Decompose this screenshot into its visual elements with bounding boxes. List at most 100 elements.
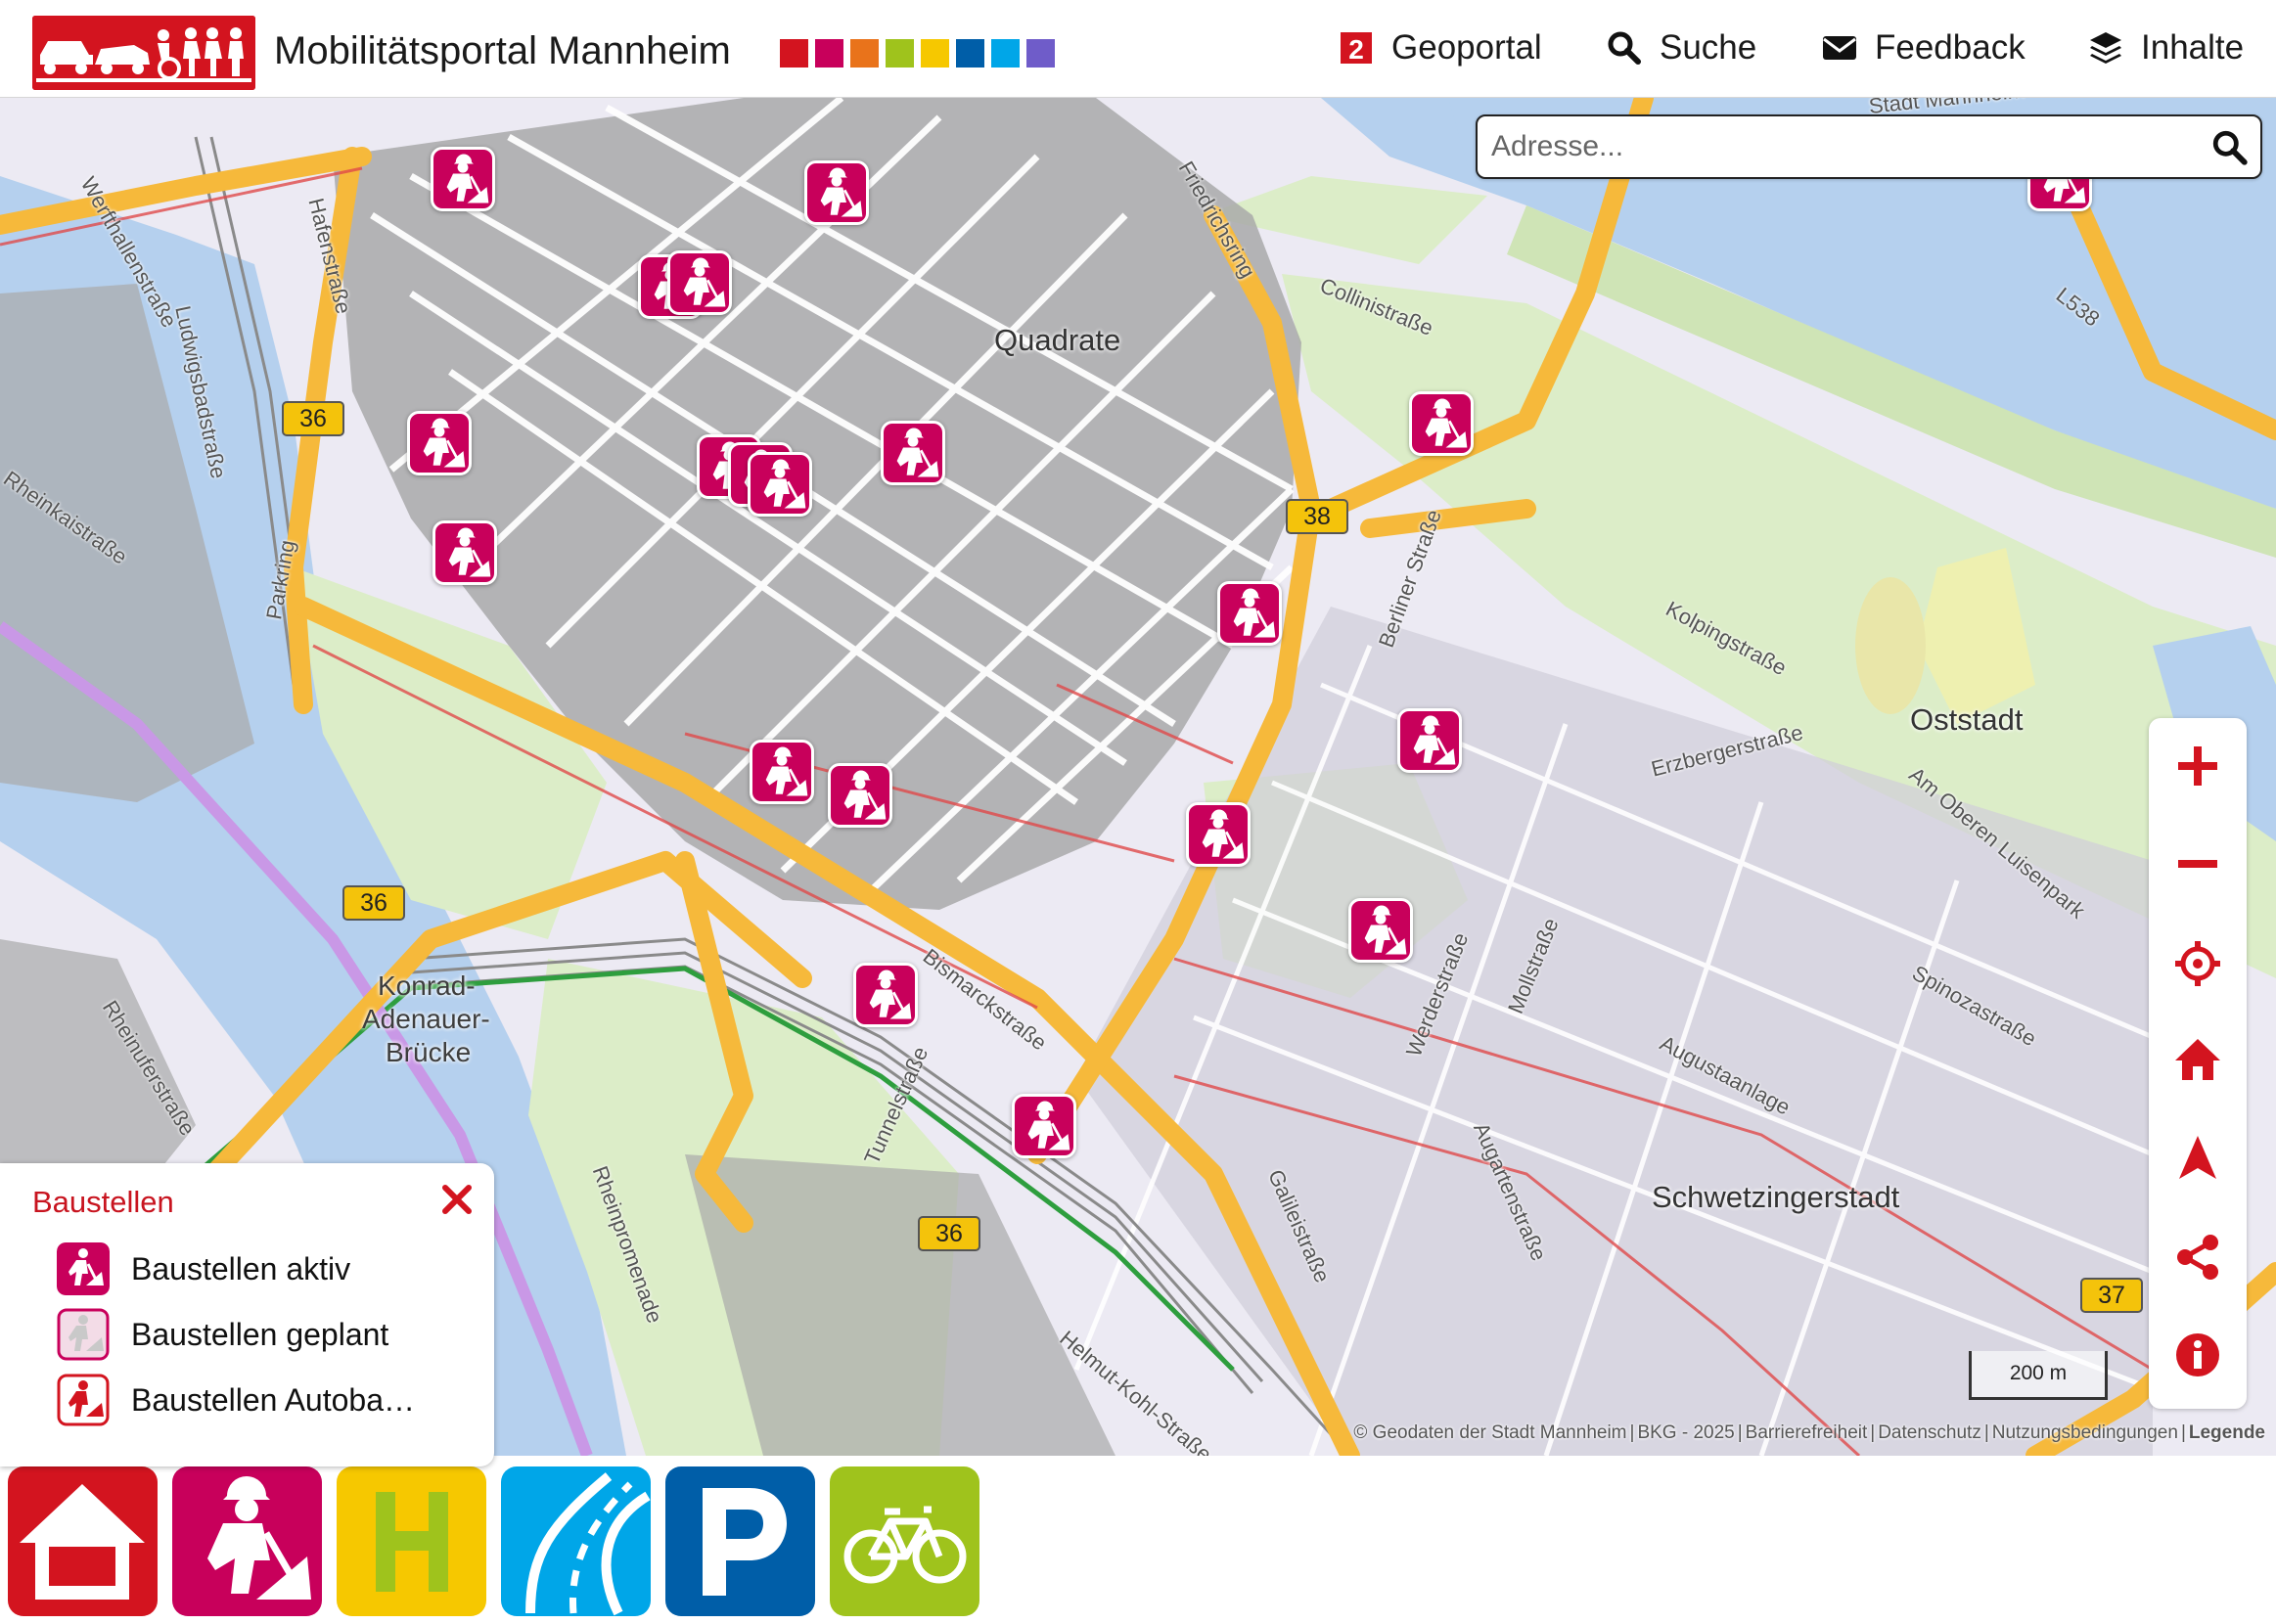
zoom-out-button[interactable] bbox=[2173, 839, 2222, 888]
address-search bbox=[1476, 114, 2262, 179]
house-icon bbox=[8, 1466, 158, 1616]
color-swatch bbox=[991, 39, 1020, 68]
theme-bar bbox=[0, 1456, 2276, 1624]
construction-marker[interactable] bbox=[667, 250, 732, 315]
construction-marker[interactable] bbox=[1348, 898, 1413, 963]
bicycle-icon bbox=[830, 1466, 979, 1616]
nav-suche[interactable]: Suche bbox=[1607, 25, 1756, 70]
mobility-logo-icon[interactable] bbox=[32, 16, 255, 90]
theme-strassen-button[interactable] bbox=[501, 1466, 651, 1616]
nav-inhalte-label: Inhalte bbox=[2141, 28, 2245, 67]
construction-worker-icon bbox=[446, 154, 489, 203]
road-shield: 37 bbox=[2080, 1278, 2143, 1313]
legend-item-geplant-label: Baustellen geplant bbox=[131, 1316, 389, 1352]
construction-worker-icon bbox=[765, 746, 808, 796]
zoom-out-icon bbox=[2178, 860, 2217, 868]
info-icon bbox=[2176, 1333, 2219, 1376]
road-shield: 36 bbox=[342, 885, 405, 921]
geoportal-icon: 2 bbox=[1341, 32, 1372, 65]
theme-parken-button[interactable] bbox=[665, 1466, 815, 1616]
construction-marker[interactable] bbox=[828, 763, 892, 828]
theme-baustellen-button[interactable] bbox=[172, 1466, 322, 1616]
share-icon bbox=[2177, 1235, 2218, 1280]
attribution-bkg[interactable]: BKG - 2025 bbox=[1637, 1422, 1734, 1443]
map-controls bbox=[2149, 718, 2247, 1409]
home-button[interactable] bbox=[2173, 1035, 2222, 1084]
page-title: Mobilitätsportal Mannheim bbox=[274, 29, 731, 72]
road-shield: 36 bbox=[282, 401, 344, 436]
construction-marker[interactable] bbox=[432, 520, 497, 585]
color-swatch bbox=[921, 39, 949, 68]
nav-feedback[interactable]: Feedback bbox=[1822, 25, 2026, 70]
nav-feedback-label: Feedback bbox=[1875, 28, 2026, 67]
info-button[interactable] bbox=[2173, 1331, 2222, 1379]
home-icon bbox=[2175, 1039, 2220, 1080]
legend-item-geplant[interactable]: Baustellen geplant bbox=[57, 1307, 388, 1362]
search-icon[interactable] bbox=[2211, 129, 2249, 166]
close-icon[interactable] bbox=[440, 1183, 474, 1216]
construction-worker-icon bbox=[172, 1466, 322, 1616]
color-swatch bbox=[1026, 39, 1055, 68]
construction-worker-icon bbox=[1027, 1101, 1070, 1150]
scale-bar: 200 m bbox=[1969, 1351, 2108, 1400]
attribution-geodaten[interactable]: © Geodaten der Stadt Mannheim bbox=[1353, 1422, 1626, 1443]
north-arrow-button[interactable] bbox=[2173, 1133, 2222, 1182]
theme-rad-button[interactable] bbox=[830, 1466, 979, 1616]
attribution-datenschutz[interactable]: Datenschutz bbox=[1878, 1422, 1981, 1443]
address-search-input[interactable] bbox=[1491, 122, 2176, 171]
construction-worker-icon bbox=[683, 257, 726, 307]
construction-worker-icon bbox=[1364, 905, 1407, 955]
construction-marker[interactable] bbox=[853, 963, 918, 1027]
zoom-in-button[interactable] bbox=[2173, 742, 2222, 790]
locate-button[interactable] bbox=[2173, 939, 2222, 988]
construction-worker-icon bbox=[896, 428, 939, 477]
construction-marker[interactable] bbox=[431, 147, 495, 211]
legend-item-autobahn-label: Baustellen Autoba… bbox=[131, 1381, 415, 1418]
svg-text:2: 2 bbox=[1348, 34, 1364, 65]
construction-marker[interactable] bbox=[750, 740, 814, 804]
construction-worker-icon bbox=[869, 970, 912, 1019]
nav-geoportal-label: Geoportal bbox=[1391, 28, 1542, 67]
color-swatch bbox=[815, 39, 843, 68]
attribution-legende[interactable]: Legende bbox=[2189, 1422, 2265, 1443]
construction-worker-icon bbox=[423, 418, 466, 468]
nav-geoportal[interactable]: 2 Geoportal bbox=[1339, 25, 1542, 70]
theme-home-button[interactable] bbox=[8, 1466, 158, 1616]
search-icon bbox=[1608, 31, 1641, 65]
construction-marker[interactable] bbox=[1186, 802, 1251, 867]
parking-icon bbox=[665, 1466, 815, 1616]
attribution-barrierefreiheit[interactable]: Barrierefreiheit bbox=[1746, 1422, 1868, 1443]
share-button[interactable] bbox=[2173, 1233, 2222, 1282]
legend-title: Baustellen bbox=[32, 1185, 174, 1219]
construction-marker[interactable] bbox=[1012, 1094, 1076, 1158]
construction-worker-icon bbox=[1202, 809, 1245, 859]
color-swatch bbox=[780, 39, 808, 68]
construction-marker[interactable] bbox=[804, 160, 869, 225]
nav-inhalte[interactable]: Inhalte bbox=[2088, 25, 2244, 70]
construction-marker[interactable] bbox=[1409, 391, 1474, 456]
construction-marker[interactable] bbox=[748, 452, 812, 517]
bus-stop-h-icon bbox=[337, 1466, 486, 1616]
construction-marker[interactable] bbox=[1397, 708, 1462, 773]
zoom-in-icon bbox=[2178, 746, 2217, 786]
attribution-nutzungsbedingungen[interactable]: Nutzungsbedingungen bbox=[1992, 1422, 2178, 1443]
construction-marker[interactable] bbox=[407, 411, 472, 475]
color-swatch bbox=[956, 39, 984, 68]
construction-worker-icon bbox=[820, 167, 863, 217]
legend-item-autobahn[interactable]: Baustellen Autoba… bbox=[57, 1373, 415, 1427]
construction-marker[interactable] bbox=[1217, 581, 1282, 646]
construction-marker[interactable] bbox=[881, 421, 945, 485]
road-icon bbox=[501, 1466, 651, 1616]
north-arrow-icon bbox=[2179, 1136, 2216, 1179]
envelope-icon bbox=[1823, 36, 1856, 60]
theme-haltestellen-button[interactable] bbox=[337, 1466, 486, 1616]
construction-worker-icon bbox=[1425, 398, 1468, 448]
baustelle-autobahn-icon bbox=[57, 1374, 110, 1426]
legend-item-aktiv[interactable]: Baustellen aktiv bbox=[57, 1241, 350, 1296]
app: Mobilitätsportal Mannheim 2 Geoportal Su… bbox=[0, 0, 2276, 1624]
road-shield: 38 bbox=[1286, 499, 1348, 534]
construction-worker-icon bbox=[843, 770, 887, 820]
color-swatch bbox=[886, 39, 914, 68]
baustelle-aktiv-icon bbox=[57, 1242, 110, 1295]
construction-worker-icon bbox=[448, 527, 491, 577]
